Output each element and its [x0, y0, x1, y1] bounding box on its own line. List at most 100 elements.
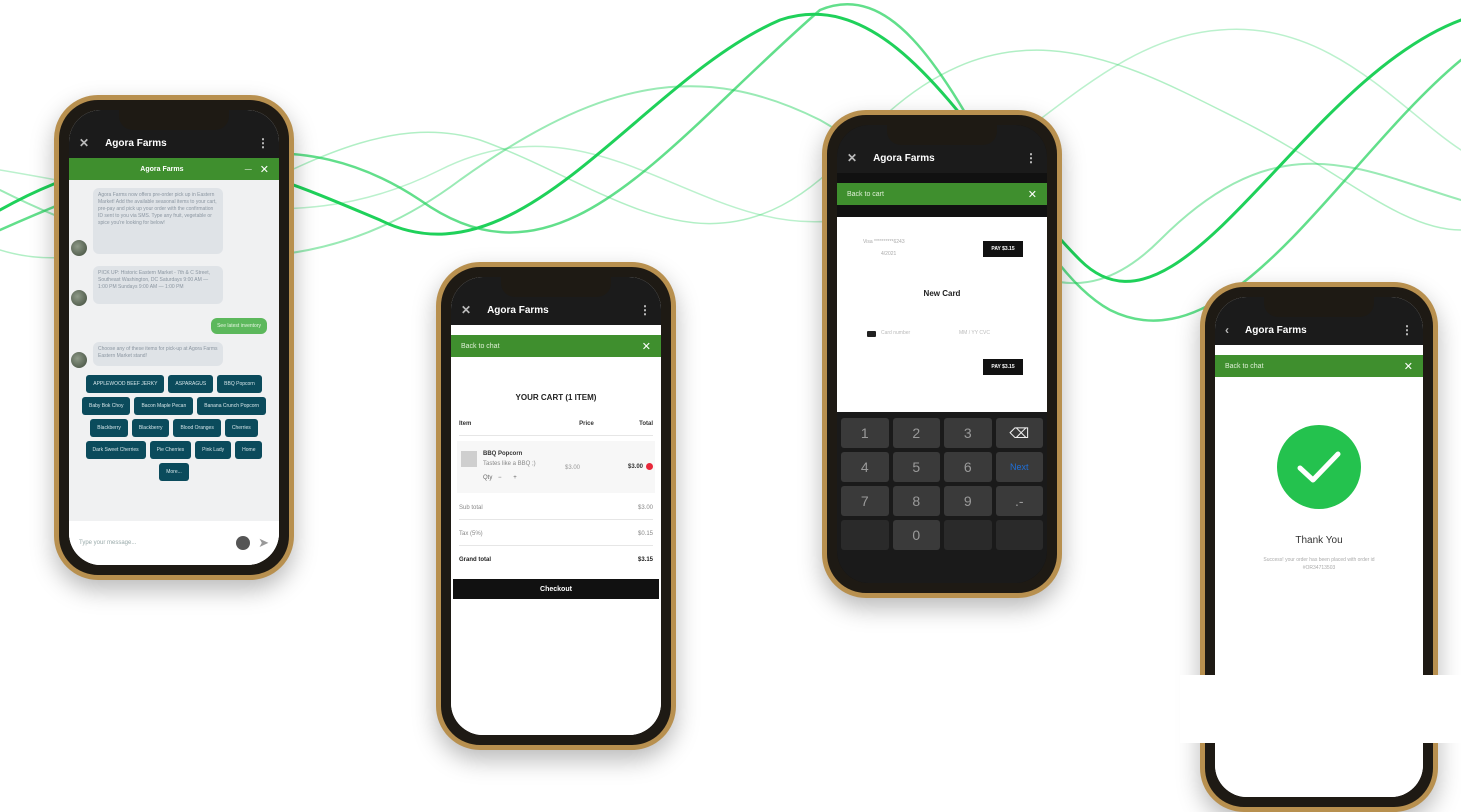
chip-blackberry[interactable]: Blackberry — [131, 419, 170, 437]
tax-row: Tax (5%) $0.15 — [459, 531, 653, 537]
bot-message: Choose any of these items for pick-up at… — [93, 342, 223, 366]
chip-pink-lady[interactable]: Pink Lady — [195, 441, 232, 459]
pay-new-card-button[interactable]: PAY $3.15 — [983, 359, 1023, 375]
close-icon[interactable]: ✕ — [847, 151, 857, 165]
chip-bbq-popcorn[interactable]: BBQ Popcorn — [217, 375, 262, 393]
app-header: ‹ Agora Farms ⋮ — [1215, 315, 1423, 345]
next-key[interactable]: Next — [995, 452, 1043, 482]
close-icon[interactable]: ✕ — [79, 136, 89, 150]
remove-item-icon[interactable] — [646, 463, 653, 470]
chip-blackberry[interactable]: Blackberry — [90, 419, 128, 437]
chip-applewood-beef-jerky[interactable]: APPLEWOOD BEEF JERKY — [86, 375, 165, 393]
more-vertical-icon[interactable]: ⋮ — [1025, 151, 1037, 165]
chip-baby-bok-choy[interactable]: Baby Bok Choy — [82, 397, 131, 415]
back-bar: Back to cart ✕ — [837, 183, 1047, 205]
back-to-chat-link[interactable]: Back to chat — [1225, 363, 1404, 370]
key-blank — [841, 520, 889, 550]
back-bar: Back to chat ✕ — [451, 335, 661, 357]
app-title: Agora Farms — [873, 152, 935, 164]
key-6[interactable]: 6 — [944, 452, 992, 482]
grand-total-row: Grand total $3.15 — [459, 557, 653, 563]
bot-avatar — [71, 352, 87, 368]
cart-column-headers: Item Price Total — [459, 421, 653, 427]
message-input[interactable]: Type your message... — [79, 540, 236, 546]
close-chat-icon[interactable]: ✕ — [260, 163, 269, 176]
grand-total-value: $3.15 — [637, 557, 653, 563]
card-icon — [867, 331, 876, 337]
cart-item-row: BBQ Popcorn Tastes like a BBQ ;) Qty − +… — [457, 441, 655, 493]
chip-more[interactable]: More... — [159, 463, 189, 481]
back-to-cart-link[interactable]: Back to cart — [847, 191, 1028, 198]
back-to-chat-link[interactable]: Back to chat — [461, 343, 642, 350]
divider — [459, 435, 653, 436]
mic-icon[interactable] — [236, 536, 251, 550]
key-1[interactable]: 1 — [841, 418, 889, 448]
back-arrow-icon[interactable]: ‹ — [1225, 323, 1229, 337]
checkout-button[interactable]: Checkout — [453, 579, 659, 599]
chat-header: Agora Farms — ✕ — [69, 158, 279, 180]
phone-chat: ✕ Agora Farms ⋮ Agora Farms — ✕ Agora Fa… — [54, 95, 294, 580]
chip-bacon-maple-pecan[interactable]: Bacon Maple Pecan — [134, 397, 194, 415]
phone-cart: ✕ Agora Farms ⋮ Back to chat ✕ YOUR CART… — [436, 262, 676, 750]
minus-icon[interactable]: − — [498, 475, 502, 481]
minimize-icon[interactable]: — — [245, 166, 252, 173]
chip-asparagus[interactable]: ASPARAGUS — [168, 375, 214, 393]
key-2[interactable]: 2 — [892, 418, 940, 448]
success-check-icon — [1277, 425, 1361, 509]
close-payment-icon[interactable]: ✕ — [1028, 188, 1037, 201]
app-title: Agora Farms — [487, 304, 549, 316]
more-vertical-icon[interactable]: ⋮ — [1401, 323, 1413, 337]
plus-icon[interactable]: + — [513, 475, 517, 481]
phone-notch — [501, 277, 611, 297]
more-vertical-icon[interactable]: ⋮ — [257, 136, 269, 150]
subtotal-label: Sub total — [459, 505, 483, 511]
key-0[interactable]: 0 — [892, 520, 940, 550]
chip-dark-sweet-cherries[interactable]: Dark Sweet Cherries — [85, 441, 146, 459]
order-confirmation-text: Success! your order has been placed with… — [1263, 557, 1375, 571]
qty-stepper[interactable]: Qty − + — [483, 475, 517, 481]
key-5[interactable]: 5 — [892, 452, 940, 482]
send-icon[interactable]: ➤ — [258, 535, 269, 551]
quick-reply-chips: APPLEWOOD BEEF JERKY ASPARAGUS BBQ Popco… — [75, 375, 273, 481]
card-form: Visa **********6243 4/2021 PAY $3.15 New… — [837, 217, 1047, 412]
backspace-icon[interactable]: ⌫ — [995, 418, 1043, 448]
key-3[interactable]: 3 — [944, 418, 992, 448]
chip-blood-oranges[interactable]: Blood Oranges — [173, 419, 221, 437]
cart-screen: ✕ Agora Farms ⋮ Back to chat ✕ YOUR CART… — [451, 277, 661, 735]
payment-screen: ✕ Agora Farms ⋮ Back to cart ✕ Visa ****… — [837, 125, 1047, 583]
pay-saved-card-button[interactable]: PAY $3.15 — [983, 241, 1023, 257]
more-vertical-icon[interactable]: ⋮ — [639, 303, 651, 317]
chip-banana-crunch-popcorn[interactable]: Banana Crunch Popcorn — [197, 397, 266, 415]
app-title: Agora Farms — [1245, 324, 1307, 336]
key-9[interactable]: 9 — [944, 486, 992, 516]
numeric-keypad: 1 2 3 ⌫ 4 5 6 Next 7 8 9 .- 0 — [837, 412, 1047, 583]
thank-you-title: Thank You — [1295, 535, 1343, 546]
bottom-crop-mask — [1180, 675, 1461, 743]
key-punct[interactable]: .- — [995, 486, 1043, 516]
col-item: Item — [459, 421, 472, 427]
new-card-title: New Card — [923, 289, 961, 298]
phone-payment: ✕ Agora Farms ⋮ Back to cart ✕ Visa ****… — [822, 110, 1062, 598]
key-7[interactable]: 7 — [841, 486, 889, 516]
divider — [459, 519, 653, 520]
chip-pie-cherries[interactable]: Pie Cherries — [149, 441, 192, 459]
product-thumbnail — [461, 451, 477, 467]
checkmark-icon — [1297, 451, 1341, 483]
exp-cvc-input[interactable]: MM / YY CVC — [959, 330, 990, 336]
card-number-input[interactable]: Card number — [881, 330, 910, 336]
phone-notch — [119, 110, 229, 130]
close-icon[interactable]: ✕ — [461, 303, 471, 317]
close-cart-icon[interactable]: ✕ — [642, 340, 651, 353]
tax-value: $0.15 — [637, 531, 653, 537]
chip-home[interactable]: Home — [235, 441, 263, 459]
item-desc: Tastes like a BBQ ;) — [483, 461, 536, 467]
col-total: Total — [639, 421, 653, 427]
chat-transcript[interactable]: Agora Farms now offers pre-order pick up… — [69, 180, 279, 565]
saved-card-number[interactable]: Visa **********6243 — [863, 239, 905, 245]
key-8[interactable]: 8 — [892, 486, 940, 516]
close-confirmation-icon[interactable]: ✕ — [1404, 360, 1413, 373]
key-4[interactable]: 4 — [841, 452, 889, 482]
key-blank — [944, 520, 992, 550]
subtotal-value: $3.00 — [637, 505, 653, 511]
chip-cherries[interactable]: Cherries — [224, 419, 258, 437]
